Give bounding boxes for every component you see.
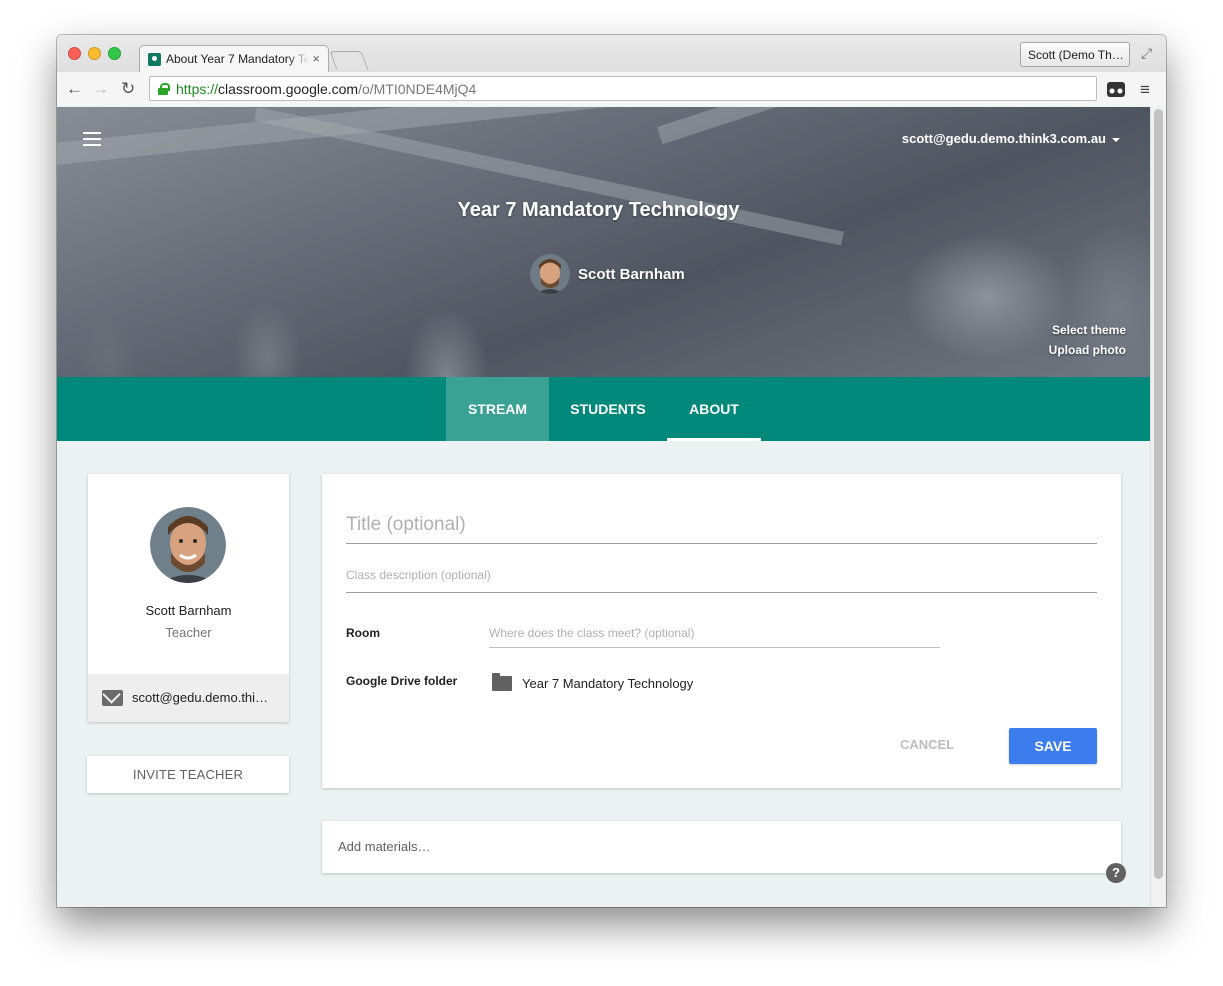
class-header-banner: scott@gedu.demo.think3.com.au Year 7 Man… bbox=[57, 107, 1150, 377]
teacher-avatar-large-icon bbox=[150, 507, 226, 583]
tab-stream[interactable]: STREAM bbox=[446, 377, 549, 441]
account-email: scott@gedu.demo.think3.com.au bbox=[901, 131, 1106, 146]
caret-down-icon bbox=[1112, 137, 1120, 142]
extension-glasses-icon[interactable] bbox=[1107, 82, 1125, 97]
teacher-avatar-icon bbox=[530, 254, 570, 294]
new-tab-button[interactable] bbox=[329, 51, 369, 70]
drive-folder-label: Google Drive folder bbox=[346, 674, 458, 688]
teacher-name: Scott Barnham bbox=[145, 603, 232, 618]
add-materials-input[interactable]: Add materials… bbox=[338, 839, 430, 854]
title-input[interactable]: Title (optional) bbox=[346, 514, 1097, 544]
class-title: Year 7 Mandatory Technology bbox=[457, 199, 740, 221]
header-teacher: Scott Barnham bbox=[530, 254, 685, 294]
select-theme-link[interactable]: Select theme bbox=[1052, 323, 1126, 337]
classroom-page: scott@gedu.demo.think3.com.au Year 7 Man… bbox=[57, 107, 1150, 907]
minimize-window-button[interactable] bbox=[88, 47, 101, 60]
teacher-email: scott@gedu.demo.thi… bbox=[132, 690, 269, 705]
fullscreen-icon[interactable]: ⤢ bbox=[1141, 45, 1152, 62]
mail-icon bbox=[102, 690, 123, 706]
drive-folder-link[interactable]: Year 7 Mandatory Technology bbox=[522, 676, 693, 691]
room-label: Room bbox=[346, 626, 380, 640]
class-tabbar: STREAM STUDENTS ABOUT bbox=[57, 377, 1150, 441]
browser-titlebar: About Year 7 Mandatory Technology × Scot… bbox=[57, 35, 1166, 106]
teacher-role: Teacher bbox=[165, 625, 212, 640]
cancel-button[interactable]: CANCEL bbox=[900, 737, 954, 752]
invite-teacher-button[interactable]: INVITE TEACHER bbox=[87, 756, 289, 793]
add-materials-card[interactable]: Add materials… bbox=[322, 821, 1121, 873]
reload-icon[interactable]: ↻ bbox=[121, 79, 135, 99]
classroom-favicon-icon bbox=[148, 53, 161, 66]
upload-photo-link[interactable]: Upload photo bbox=[1049, 343, 1126, 357]
browser-toolbar: ← → ↻ https://classroom.google.com/o/MTI… bbox=[57, 72, 1166, 106]
about-form-card: Title (optional) Class description (opti… bbox=[322, 474, 1121, 788]
tab-about[interactable]: ABOUT bbox=[667, 377, 761, 441]
forward-arrow-icon[interactable]: → bbox=[92, 79, 109, 99]
back-arrow-icon[interactable]: ← bbox=[66, 79, 83, 99]
room-input[interactable]: Where does the class meet? (optional) bbox=[489, 626, 940, 648]
address-bar[interactable]: https://classroom.google.com/o/MTI0NDE4M… bbox=[149, 76, 1097, 101]
profile-button[interactable]: Scott (Demo Th… bbox=[1020, 42, 1130, 67]
browser-tab-title: About Year 7 Mandatory Technology bbox=[166, 52, 309, 66]
description-input[interactable]: Class description (optional) bbox=[346, 568, 1097, 593]
zoom-window-button[interactable] bbox=[108, 47, 121, 60]
url-host: classroom.google.com bbox=[218, 81, 359, 97]
scrollbar-thumb[interactable] bbox=[1154, 109, 1163, 879]
main-menu-icon[interactable] bbox=[83, 132, 101, 146]
save-button[interactable]: SAVE bbox=[1009, 728, 1097, 764]
close-window-button[interactable] bbox=[68, 47, 81, 60]
url-path: /o/MTI0NDE4MjQ4 bbox=[358, 81, 477, 97]
header-teacher-name: Scott Barnham bbox=[578, 265, 685, 283]
folder-icon bbox=[492, 673, 512, 691]
page-scrollbar[interactable] bbox=[1150, 107, 1166, 907]
close-tab-icon[interactable]: × bbox=[312, 51, 320, 66]
lock-icon bbox=[158, 83, 170, 95]
browser-window: About Year 7 Mandatory Technology × Scot… bbox=[57, 35, 1166, 907]
url-scheme: https:// bbox=[176, 81, 219, 97]
teacher-email-row[interactable]: scott@gedu.demo.thi… bbox=[88, 674, 289, 722]
help-icon[interactable]: ? bbox=[1106, 863, 1126, 883]
banner-overlay bbox=[57, 107, 1150, 377]
teacher-card: Scott Barnham Teacher scott@gedu.demo.th… bbox=[88, 474, 289, 722]
tab-students[interactable]: STUDENTS bbox=[549, 377, 667, 441]
account-switcher[interactable]: scott@gedu.demo.think3.com.au bbox=[902, 131, 1120, 146]
browser-tab-active[interactable]: About Year 7 Mandatory Technology × bbox=[139, 45, 329, 72]
chrome-menu-icon[interactable]: ≡ bbox=[1140, 80, 1150, 100]
